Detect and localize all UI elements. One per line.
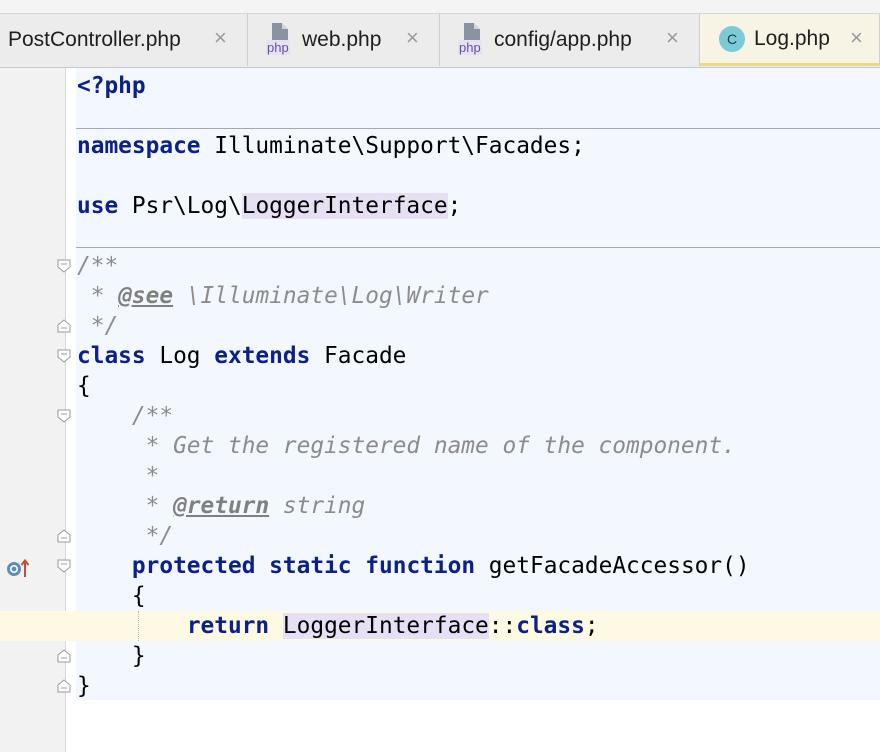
doc-tag: @return xyxy=(173,493,270,519)
brace: { xyxy=(77,373,91,399)
code-line-8: * @see \Illuminate\Log\Writer xyxy=(77,281,489,311)
close-icon[interactable]: × xyxy=(406,25,419,51)
highlighted-identifier[interactable]: LoggerInterface xyxy=(241,193,448,219)
keyword: class xyxy=(516,613,585,639)
doc-comment: /** xyxy=(131,403,174,429)
keyword: function xyxy=(365,553,476,579)
doc-comment: */ xyxy=(77,313,119,339)
method-name: getFacadeAccessor() xyxy=(475,553,750,579)
use-path: Psr\Log\ xyxy=(118,193,242,219)
code-line-12: /** xyxy=(77,401,173,431)
fold-toggle-icon[interactable] xyxy=(57,259,71,273)
code-line-9: */ xyxy=(77,311,118,341)
fold-end-icon[interactable] xyxy=(57,679,71,693)
doc-comment: */ xyxy=(131,523,174,549)
highlighted-identifier[interactable]: LoggerInterface xyxy=(282,613,489,639)
doc-comment: * xyxy=(131,463,160,489)
tab-label: Log.php xyxy=(754,26,830,50)
code-line-7: /** xyxy=(77,251,118,281)
tab-label: web.php xyxy=(302,28,382,51)
code-line-20: } xyxy=(77,641,146,671)
doc-comment: * xyxy=(77,283,119,309)
keyword: return xyxy=(186,613,270,639)
doc-comment: * xyxy=(131,493,174,519)
namespace-path: Illuminate\Support\Facades; xyxy=(200,133,585,159)
doc-comment: string xyxy=(269,493,366,519)
tab-log-php[interactable]: C Log.php × xyxy=(700,14,880,66)
php-open-tag: <?php xyxy=(77,73,146,99)
tab-config-app-php[interactable]: php config/app.php × xyxy=(440,14,700,66)
section-separator xyxy=(76,128,880,129)
keyword: namespace xyxy=(77,133,201,159)
code-line-19: return LoggerInterface::class; xyxy=(77,611,599,641)
tab-label: PostController.php xyxy=(8,28,181,51)
doc-comment: * Get the registered name of the compone… xyxy=(131,433,736,459)
code-line-11: { xyxy=(77,371,91,401)
overrides-method-icon[interactable] xyxy=(6,557,32,579)
section-separator xyxy=(76,247,880,248)
tab-bar-top-strip xyxy=(0,0,880,14)
brace: { xyxy=(131,583,146,609)
tab-web-php[interactable]: php web.php × xyxy=(248,14,440,66)
keyword: extends xyxy=(214,343,311,369)
code-line-21: } xyxy=(77,671,91,701)
code-line-13: * Get the registered name of the compone… xyxy=(77,431,736,461)
close-icon[interactable]: × xyxy=(214,25,227,51)
fold-end-icon[interactable] xyxy=(57,649,71,663)
close-icon[interactable]: × xyxy=(666,25,679,51)
tab-postcontroller[interactable]: PostController.php × xyxy=(0,14,248,66)
code-line-3: namespace Illuminate\Support\Facades; xyxy=(77,131,585,161)
semicolon: ; xyxy=(447,193,462,219)
fold-toggle-icon[interactable] xyxy=(57,559,71,573)
parent-class: Facade xyxy=(310,343,407,369)
fold-toggle-icon[interactable] xyxy=(57,349,71,363)
code-line-14: * xyxy=(77,461,160,491)
keyword: use xyxy=(77,193,119,219)
close-icon[interactable]: × xyxy=(850,25,863,51)
code-line-17: protected static function getFacadeAcces… xyxy=(77,551,750,581)
code-line-16: */ xyxy=(77,521,173,551)
keyword: static xyxy=(269,553,352,579)
code-line-5: use Psr\Log\LoggerInterface; xyxy=(77,191,461,221)
doc-comment: \Illuminate\Log\Writer xyxy=(173,283,489,309)
tab-label: config/app.php xyxy=(494,28,632,51)
fold-toggle-icon[interactable] xyxy=(57,409,71,423)
code-area[interactable] xyxy=(76,68,880,700)
editor-tab-bar: PostController.php × php web.php × php c… xyxy=(0,0,880,68)
class-icon: C xyxy=(719,25,745,52)
class-name: Log xyxy=(145,343,215,369)
fold-end-icon[interactable] xyxy=(57,319,71,333)
semicolon: ; xyxy=(584,613,599,639)
code-line-15: * @return string xyxy=(77,491,366,521)
keyword: protected xyxy=(131,553,256,579)
fold-end-icon[interactable] xyxy=(57,529,71,543)
brace: } xyxy=(77,673,91,699)
php-file-icon: php xyxy=(266,23,294,57)
doc-comment: /** xyxy=(77,253,119,279)
code-line-1: <?php xyxy=(77,71,146,101)
keyword: class xyxy=(77,343,146,369)
code-line-18: { xyxy=(77,581,146,611)
brace: } xyxy=(131,643,146,669)
php-file-icon: php xyxy=(458,23,486,57)
code-line-10: class Log extends Facade xyxy=(77,341,406,371)
doc-tag: @see xyxy=(118,283,174,309)
scope-operator: :: xyxy=(488,613,517,639)
